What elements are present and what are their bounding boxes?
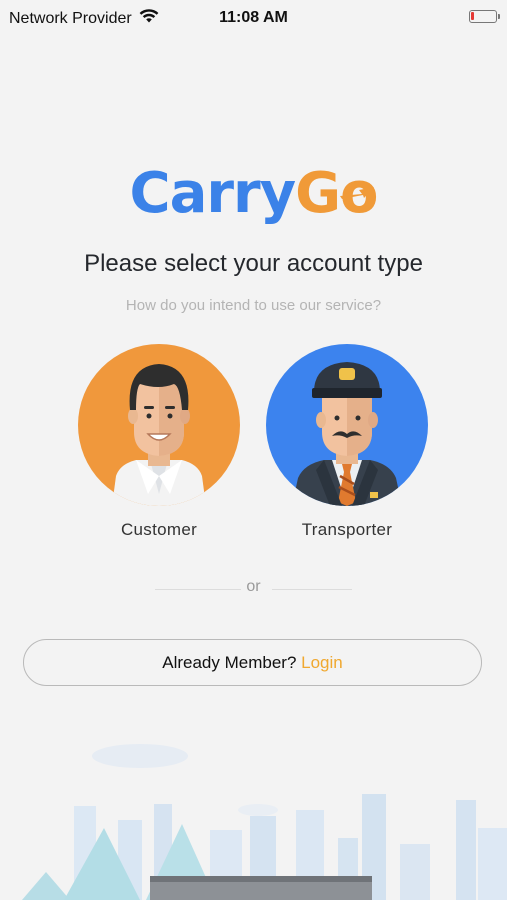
transporter-label: Transporter: [301, 520, 393, 539]
page-subtitle: How do you intend to use our service?: [125, 297, 382, 314]
customer-option[interactable]: Customer: [78, 344, 240, 540]
battery-icon: [469, 10, 500, 23]
login-prompt: Already Member?: [162, 653, 297, 672]
customer-illustration: [112, 364, 206, 506]
app-logo: CarryGo: [0, 160, 507, 228]
divider-line-right: [272, 589, 352, 590]
transporter-option[interactable]: Transporter: [266, 344, 428, 540]
or-divider: or: [0, 578, 507, 600]
login-link[interactable]: Login: [301, 653, 343, 672]
divider-text: or: [246, 578, 261, 595]
city-skyline-illustration: [22, 744, 507, 900]
customer-avatar[interactable]: [78, 344, 240, 506]
already-member-login-button[interactable]: Already Member? Login: [23, 639, 482, 686]
logo-swoosh-icon: [340, 187, 374, 199]
transporter-avatar[interactable]: [266, 344, 428, 506]
page-title: Please select your account type: [84, 250, 423, 277]
logo-text-carry: Carry: [129, 161, 296, 226]
customer-label: Customer: [120, 520, 198, 539]
status-bar: Network Provider 11:08 AM: [0, 0, 507, 34]
status-time: 11:08 AM: [219, 9, 288, 26]
transporter-illustration: [292, 362, 402, 506]
